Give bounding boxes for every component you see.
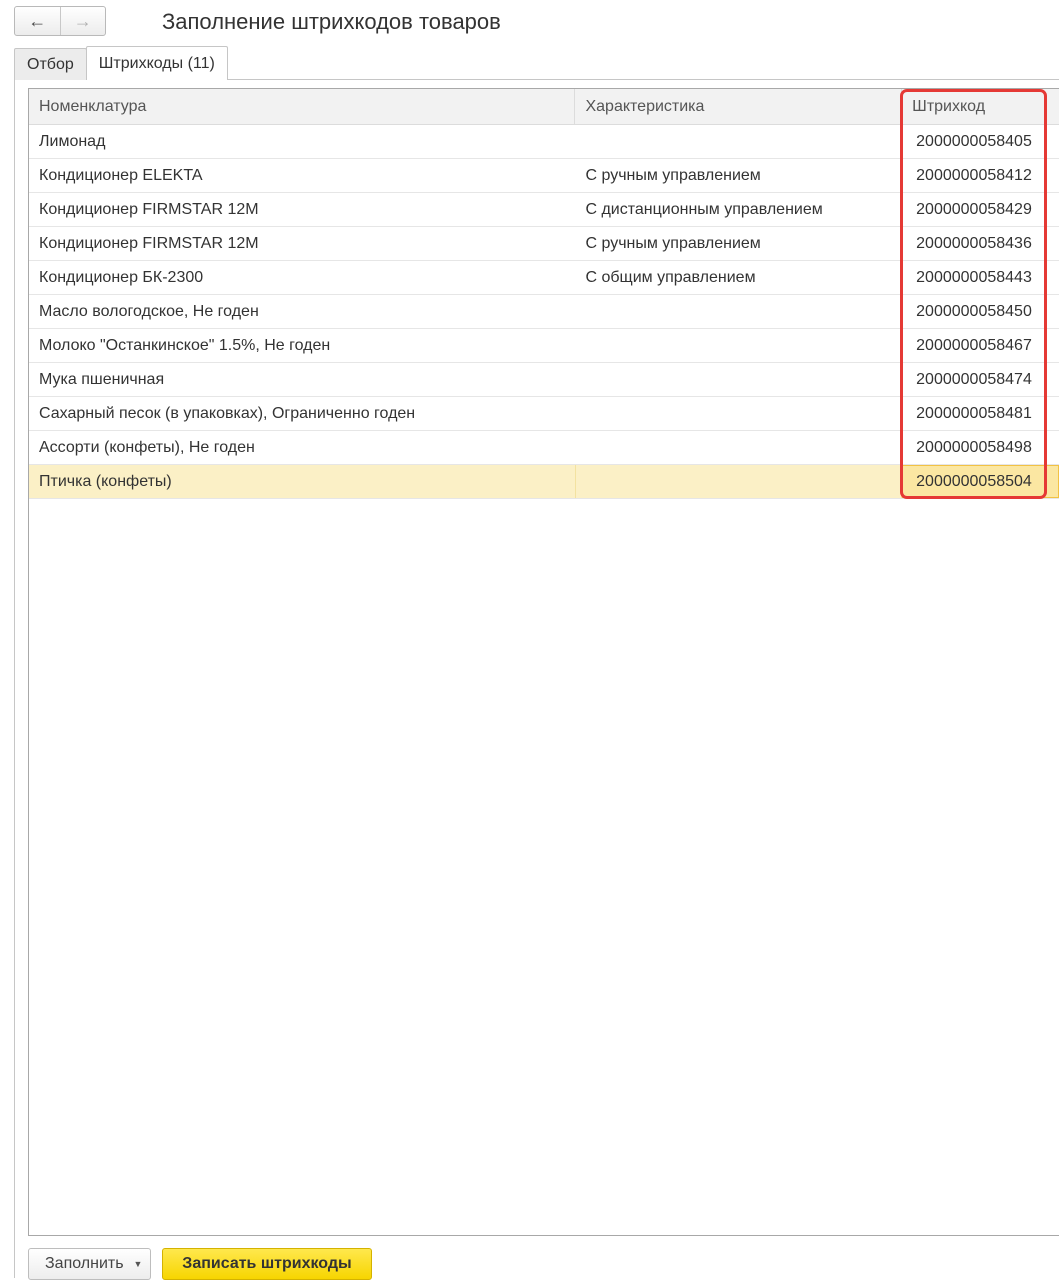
cell-characteristic: С ручным управлением — [585, 234, 761, 252]
column-header-characteristic[interactable]: Характеристика — [575, 89, 903, 125]
barcodes-table[interactable]: Номенклатура Характеристика Штрихкод Лим… — [28, 88, 1059, 1236]
cell-characteristic — [575, 465, 903, 498]
cell-nomenclature: Молоко "Останкинское" 1.5%, Не годен — [39, 336, 331, 354]
fill-dropdown-button[interactable]: Заполнить ▼ — [28, 1248, 151, 1280]
table-row[interactable]: Ассорти (конфеты), Не годен 200000005849… — [29, 431, 1059, 465]
table-row[interactable]: Кондиционер FIRMSTAR 12M С ручным управл… — [29, 227, 1059, 261]
cell-characteristic — [575, 295, 902, 328]
tab-bar: Отбор Штрихкоды (11) — [14, 46, 228, 80]
fill-button-label: Заполнить — [45, 1255, 124, 1272]
cell-barcode[interactable]: 2000000058474 — [902, 363, 1059, 396]
cell-characteristic — [575, 397, 902, 430]
cell-barcode-active[interactable]: 2000000058504 — [902, 465, 1059, 498]
cell-nomenclature: Птичка (конфеты) — [39, 472, 172, 490]
cell-barcode[interactable]: 2000000058450 — [902, 295, 1059, 328]
panel-border — [14, 79, 15, 1278]
cell-nomenclature: Лимонад — [39, 132, 106, 150]
cell-barcode[interactable]: 2000000058405 — [902, 125, 1059, 158]
cell-nomenclature: Мука пшеничная — [39, 370, 165, 388]
cell-characteristic: С общим управлением — [585, 268, 756, 286]
cell-barcode[interactable]: 2000000058436 — [902, 227, 1059, 260]
cell-characteristic: С дистанционным управлением — [585, 200, 823, 218]
cell-nomenclature: Масло вологодское, Не годен — [39, 302, 259, 320]
dropdown-arrow-icon: ▼ — [133, 1259, 143, 1269]
column-header-barcode[interactable]: Штрихкод — [902, 89, 1059, 125]
save-barcodes-button[interactable]: Записать штрихкоды — [162, 1248, 372, 1280]
table-row[interactable]: Лимонад 2000000058405 — [29, 125, 1059, 159]
tab-barcodes[interactable]: Штрихкоды (11) — [85, 46, 228, 80]
table-row[interactable]: Сахарный песок (в упаковках), Ограниченн… — [29, 397, 1059, 431]
back-arrow-icon[interactable]: ← — [15, 7, 60, 35]
cell-nomenclature: Кондиционер БК-2300 — [39, 268, 204, 286]
navigation-buttons: ← → — [14, 6, 106, 36]
table-row[interactable]: Кондиционер БК-2300 С общим управлением … — [29, 261, 1059, 295]
cell-nomenclature: Кондиционер ELEKTA — [39, 166, 203, 184]
forward-arrow-icon[interactable]: → — [59, 7, 106, 35]
table-row[interactable]: Молоко "Останкинское" 1.5%, Не годен 200… — [29, 329, 1059, 363]
cell-barcode[interactable]: 2000000058481 — [902, 397, 1059, 430]
cell-nomenclature: Кондиционер FIRMSTAR 12M — [39, 200, 259, 218]
cell-characteristic — [575, 363, 902, 396]
cell-characteristic — [575, 329, 902, 362]
table-row[interactable]: Кондиционер ELEKTA С ручным управлением … — [29, 159, 1059, 193]
table-row[interactable]: Масло вологодское, Не годен 200000005845… — [29, 295, 1059, 329]
column-header-nomenclature[interactable]: Номенклатура — [29, 89, 576, 125]
cell-characteristic — [575, 431, 902, 464]
cell-barcode[interactable]: 2000000058498 — [902, 431, 1059, 464]
cell-nomenclature: Сахарный песок (в упаковках), Ограниченн… — [39, 404, 416, 422]
page-title: Заполнение штрихкодов товаров — [162, 9, 501, 34]
cell-barcode[interactable]: 2000000058429 — [902, 193, 1059, 226]
table-header: Номенклатура Характеристика Штрихкод — [29, 89, 1059, 125]
cell-nomenclature: Кондиционер FIRMSTAR 12M — [39, 234, 259, 252]
table-row-selected[interactable]: Птичка (конфеты) 2000000058504 — [29, 465, 1059, 499]
cell-barcode[interactable]: 2000000058443 — [902, 261, 1059, 294]
table-row[interactable]: Кондиционер FIRMSTAR 12M С дистанционным… — [29, 193, 1059, 227]
table-row[interactable]: Мука пшеничная 2000000058474 — [29, 363, 1059, 397]
cell-characteristic: С ручным управлением — [585, 166, 761, 184]
cell-barcode[interactable]: 2000000058412 — [902, 159, 1059, 192]
tab-filter[interactable]: Отбор — [14, 48, 87, 80]
cell-nomenclature: Ассорти (конфеты), Не годен — [39, 438, 255, 456]
cell-barcode[interactable]: 2000000058467 — [902, 329, 1059, 362]
cell-characteristic — [575, 125, 902, 158]
